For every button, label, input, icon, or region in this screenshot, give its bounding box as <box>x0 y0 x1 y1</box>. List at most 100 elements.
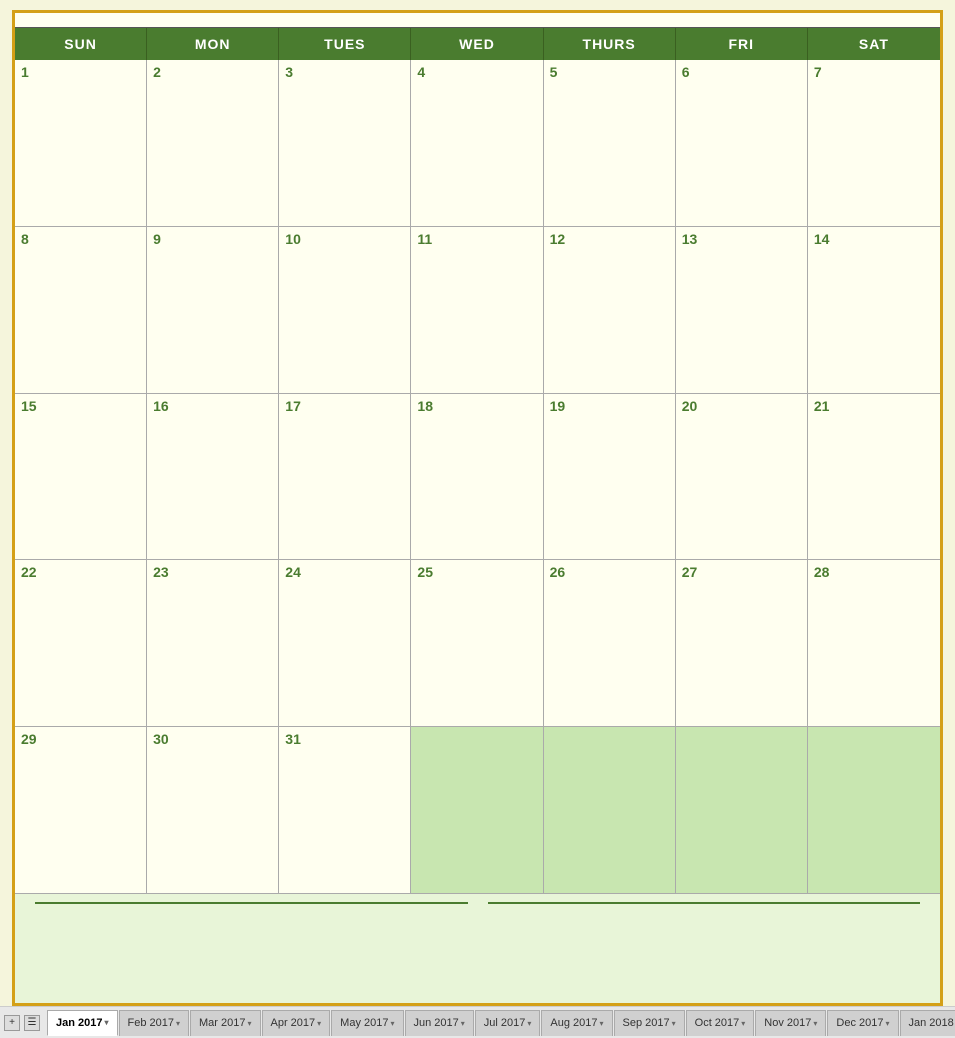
day-header-fri: FRI <box>676 28 808 60</box>
tab-dropdown-arrow[interactable]: ▾ <box>176 1019 180 1028</box>
sheet-tab-apr-2017[interactable]: Apr 2017▾ <box>262 1010 331 1036</box>
day-cell-12[interactable]: 12 <box>544 227 676 393</box>
sheet-tab-label: Jul 2017 <box>484 1017 526 1029</box>
day-number-22: 22 <box>21 564 140 580</box>
day-cell-29[interactable]: 29 <box>15 727 147 893</box>
day-number-28: 28 <box>814 564 934 580</box>
day-cell-10[interactable]: 10 <box>279 227 411 393</box>
day-cell-26[interactable]: 26 <box>544 560 676 726</box>
day-cell-28[interactable]: 28 <box>808 560 940 726</box>
tab-dropdown-arrow[interactable]: ▾ <box>104 1018 108 1027</box>
day-number-18: 18 <box>417 398 536 414</box>
week-row-4: 22 23 24 25 26 27 28 <box>15 560 940 727</box>
sheet-tab-nov-2017[interactable]: Nov 2017▾ <box>755 1010 826 1036</box>
day-cell-empty-4-6[interactable] <box>808 727 940 893</box>
day-cell-31[interactable]: 31 <box>279 727 411 893</box>
day-cell-30[interactable]: 30 <box>147 727 279 893</box>
tab-dropdown-arrow[interactable]: ▾ <box>317 1019 321 1028</box>
tab-dropdown-arrow[interactable]: ▾ <box>813 1019 817 1028</box>
weeks-container: 1234567891011121314151617181920212223242… <box>15 60 940 893</box>
day-cell-11[interactable]: 11 <box>411 227 543 393</box>
tab-dropdown-arrow[interactable]: ▾ <box>672 1019 676 1028</box>
day-cell-24[interactable]: 24 <box>279 560 411 726</box>
sheet-tab-label: Sep 2017 <box>623 1017 670 1029</box>
sheet-tab-label: Aug 2017 <box>550 1017 597 1029</box>
day-number-17: 17 <box>285 398 404 414</box>
tab-dropdown-arrow[interactable]: ▾ <box>527 1019 531 1028</box>
day-cell-empty-4-4[interactable] <box>544 727 676 893</box>
sheet-tab-oct-2017[interactable]: Oct 2017▾ <box>686 1010 755 1036</box>
sheet-tab-label: Oct 2017 <box>695 1017 740 1029</box>
tab-dropdown-arrow[interactable]: ▾ <box>247 1019 251 1028</box>
day-cell-13[interactable]: 13 <box>676 227 808 393</box>
day-cell-15[interactable]: 15 <box>15 394 147 560</box>
sheet-tab-feb-2017[interactable]: Feb 2017▾ <box>119 1010 190 1036</box>
day-cell-7[interactable]: 7 <box>808 60 940 226</box>
tab-dropdown-arrow[interactable]: ▾ <box>741 1019 745 1028</box>
day-header-tues: TUES <box>279 28 411 60</box>
sheet-tab-label: Mar 2017 <box>199 1017 245 1029</box>
day-number-4: 4 <box>417 64 536 80</box>
day-number-23: 23 <box>153 564 272 580</box>
day-number-26: 26 <box>550 564 669 580</box>
day-cell-23[interactable]: 23 <box>147 560 279 726</box>
tab-menu-btn[interactable]: ☰ <box>24 1015 40 1031</box>
sheet-tab-jan-2017[interactable]: Jan 2017▾ <box>47 1010 118 1036</box>
tab-dropdown-arrow[interactable]: ▾ <box>886 1019 890 1028</box>
sheet-tab-jun-2017[interactable]: Jun 2017▾ <box>405 1010 474 1036</box>
day-number-21: 21 <box>814 398 934 414</box>
day-cell-1[interactable]: 1 <box>15 60 147 226</box>
day-cell-18[interactable]: 18 <box>411 394 543 560</box>
day-cell-22[interactable]: 22 <box>15 560 147 726</box>
day-number-8: 8 <box>21 231 140 247</box>
sheet-tab-label: Jan 2018 <box>909 1017 954 1029</box>
day-cell-27[interactable]: 27 <box>676 560 808 726</box>
day-number-1: 1 <box>21 64 140 80</box>
day-number-27: 27 <box>682 564 801 580</box>
day-number-7: 7 <box>814 64 934 80</box>
day-cell-16[interactable]: 16 <box>147 394 279 560</box>
day-number-30: 30 <box>153 731 272 747</box>
day-cell-8[interactable]: 8 <box>15 227 147 393</box>
day-number-6: 6 <box>682 64 801 80</box>
day-cell-empty-4-5[interactable] <box>676 727 808 893</box>
day-cell-19[interactable]: 19 <box>544 394 676 560</box>
day-cell-empty-4-3[interactable] <box>411 727 543 893</box>
day-number-19: 19 <box>550 398 669 414</box>
calendar-grid: SUNMONTUESWEDTHURSFRISAT 123456789101112… <box>15 27 940 893</box>
sheet-tab-dec-2017[interactable]: Dec 2017▾ <box>827 1010 898 1036</box>
day-cell-3[interactable]: 3 <box>279 60 411 226</box>
day-number-31: 31 <box>285 731 404 747</box>
sheet-tab-label: Apr 2017 <box>271 1017 316 1029</box>
day-cell-2[interactable]: 2 <box>147 60 279 226</box>
day-header-mon: MON <box>147 28 279 60</box>
sheet-tab-aug-2017[interactable]: Aug 2017▾ <box>541 1010 612 1036</box>
tab-dropdown-arrow[interactable]: ▾ <box>390 1019 394 1028</box>
day-number-3: 3 <box>285 64 404 80</box>
sheet-tab-mar-2017[interactable]: Mar 2017▾ <box>190 1010 261 1036</box>
day-number-25: 25 <box>417 564 536 580</box>
day-cell-4[interactable]: 4 <box>411 60 543 226</box>
sheet-tab-jul-2017[interactable]: Jul 2017▾ <box>475 1010 541 1036</box>
day-header-sat: SAT <box>808 28 940 60</box>
day-cell-25[interactable]: 25 <box>411 560 543 726</box>
day-cell-5[interactable]: 5 <box>544 60 676 226</box>
sheet-tab-label: Jun 2017 <box>414 1017 459 1029</box>
day-headers-row: SUNMONTUESWEDTHURSFRISAT <box>15 28 940 60</box>
day-cell-17[interactable]: 17 <box>279 394 411 560</box>
day-cell-9[interactable]: 9 <box>147 227 279 393</box>
sheet-tab-label: May 2017 <box>340 1017 388 1029</box>
week-row-1: 1234567 <box>15 60 940 227</box>
sheet-tab-jan-2018[interactable]: Jan 2018▾ <box>900 1010 955 1036</box>
day-cell-21[interactable]: 21 <box>808 394 940 560</box>
day-cell-20[interactable]: 20 <box>676 394 808 560</box>
sheet-tab-may-2017[interactable]: May 2017▾ <box>331 1010 403 1036</box>
sheet-tab-sep-2017[interactable]: Sep 2017▾ <box>614 1010 685 1036</box>
tab-dropdown-arrow[interactable]: ▾ <box>461 1019 465 1028</box>
tab-dropdown-arrow[interactable]: ▾ <box>600 1019 604 1028</box>
tab-controls: + ☰ <box>4 1015 40 1031</box>
day-cell-14[interactable]: 14 <box>808 227 940 393</box>
tab-scroll-left-btn[interactable]: + <box>4 1015 20 1031</box>
day-number-13: 13 <box>682 231 801 247</box>
day-cell-6[interactable]: 6 <box>676 60 808 226</box>
